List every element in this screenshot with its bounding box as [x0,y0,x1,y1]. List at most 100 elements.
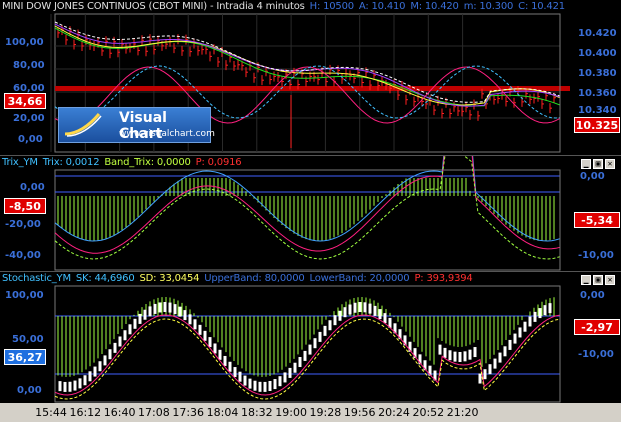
stoch-candle [343,307,347,318]
stoch-candle [523,321,527,332]
stoch-candle [218,349,222,360]
time-tick: 19:56 [343,406,376,419]
price-right-tick-1: 10.400 [578,48,617,59]
stoch-candle [333,315,337,326]
stoch-candle [168,302,172,313]
stoch-candle [158,302,162,313]
trix-right-tick-0: 0,00 [580,171,605,182]
stoch-candle [348,304,352,315]
time-tick: 21:20 [446,406,479,419]
stoch-candle [308,344,312,355]
stoch-candle [508,339,512,350]
stoch-candle [98,361,102,372]
stoch-candle [243,375,247,386]
price-right-value-badge: 10.325 [574,117,620,133]
price-left-tick-0: 100,00 [5,37,44,48]
stoch-candle [108,349,112,360]
stoch-candle [458,351,462,362]
stoch-candle [438,344,442,355]
stoch-candle [483,369,487,380]
stoch-candle [338,310,342,321]
price-right-tick-3: 10.360 [578,88,617,99]
price-right-tick-2: 10.380 [578,68,617,79]
stoch-candle [293,362,297,373]
stoch-candle [173,304,177,315]
stoch-candle [283,372,287,383]
stoch-candle [318,331,322,342]
stoch-left-value-badge: 36,27 [4,349,46,365]
stoch-candle [203,330,207,341]
stoch-candle [268,380,272,391]
trix-left-tick-1: -20,00 [5,219,41,230]
stoch-candle [378,309,382,320]
visualchart-logo: Visual Chart www.visualchart.com [58,107,215,143]
stoch-candle [83,375,87,386]
stoch-right-tick-1: -10,00 [578,349,614,360]
time-tick: 18:04 [206,406,239,419]
stoch-candle [213,343,217,354]
stoch-candle [233,367,237,378]
trix-plot-area [54,169,561,271]
stoch-candle [358,302,362,313]
stoch-candle [288,367,292,378]
stoch-candle [118,336,122,347]
stoch-candle [103,355,107,366]
stoch-candle [263,381,267,392]
stoch-candle [278,376,282,387]
stoch-candle [228,361,232,372]
stoch-right-value-badge: -2,97 [574,319,620,335]
stoch-candle [328,320,332,331]
stoch-candle [528,316,532,327]
stoch-candle [448,350,452,361]
stochastic-panel[interactable]: Stochastic_YM SK: 44,6960 SD: 33,0454 Upper… [0,271,621,403]
stoch-candle [488,364,492,375]
stoch-left-tick-2: 0,00 [17,385,42,396]
stoch-candle [248,378,252,389]
stoch-candle [133,318,137,329]
stoch-candle [273,379,277,390]
time-tick: 16:40 [103,406,136,419]
stoch-candle [143,309,147,320]
stoch-candle [93,366,97,377]
stoch-candle [298,357,302,368]
stoch-candle [148,306,152,317]
price-left-tick-1: 80,00 [13,60,45,71]
stoch-candle [363,302,367,313]
time-tick: 19:00 [275,406,307,419]
stoch-candle [113,342,117,353]
stoch-candle [373,305,377,316]
trix-right-tick-1: -10,00 [578,250,614,261]
stoch-candle [383,313,387,324]
stoch-candle [538,308,542,319]
trix-panel[interactable]: Trix_YM Trix: 0,0012 Band_Trix: 0,0000 P: 0… [0,155,621,271]
stoch-candle [193,319,197,330]
stoch-candle [468,349,472,360]
price-left-tick-4: 0,00 [18,134,43,145]
stoch-left-tick-1: 50,00 [12,334,44,345]
stoch-left-tick-0: 100,00 [5,290,44,301]
stoch-candle [303,350,307,361]
stoch-candle [208,337,212,348]
stoch-candle [253,380,257,391]
stoch-candle [138,313,142,324]
stoch-candle [163,302,167,313]
stoch-candle [368,303,372,314]
support-band [55,86,570,91]
stoch-candle [188,314,192,325]
price-left-tick-3: 20,00 [13,113,45,124]
time-tick: 18:32 [240,406,273,419]
stoch-candle [223,355,227,366]
time-tick: 20:24 [378,406,410,419]
logo-url: www.visualchart.com [119,129,215,139]
stoch-candle [548,303,552,314]
trix-left-tick-2: -40,00 [5,250,41,261]
stoch-candle [128,324,132,335]
stoch-candle [323,325,327,336]
trix-chart[interactable] [0,156,621,271]
stoch-candle [88,371,92,382]
time-tick: 17:36 [172,406,205,419]
stoch-candle [178,306,182,317]
stoch-candle [78,378,82,389]
stochastic-chart[interactable] [0,272,621,404]
stoch-candle [518,327,522,338]
